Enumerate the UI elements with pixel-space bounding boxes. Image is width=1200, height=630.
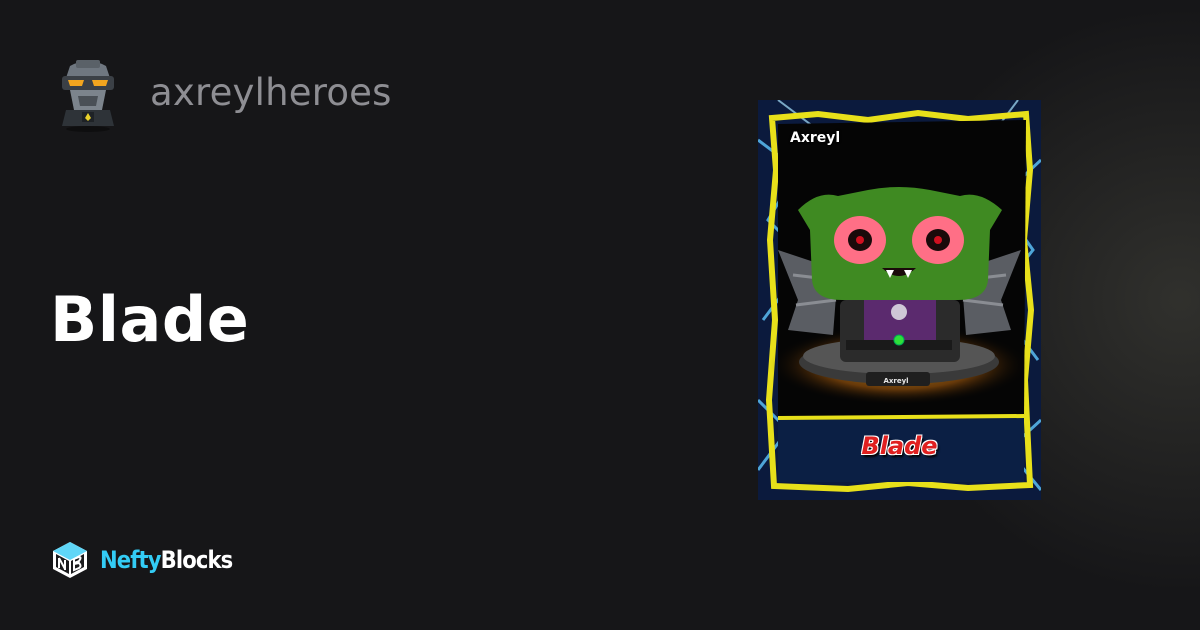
asset-title: Blade [50,283,250,356]
card-pedestal-label: Axreyl [883,377,909,385]
collection-header[interactable]: axreylheroes [48,52,392,132]
brand-name: NeftyBlocks [100,546,234,574]
neftyblocks-cube-icon [53,542,87,578]
asset-card-image[interactable]: Axreyl Axreyl Blade [758,100,1041,500]
brand-name-part2: Blocks [160,546,234,574]
card-top-label: Axreyl [790,130,841,146]
collection-name: axreylheroes [150,70,392,114]
brand-name-part1: Nefty [100,546,162,574]
neftyblocks-brand[interactable]: NeftyBlocks [50,540,250,580]
robot-avatar-icon [62,60,114,132]
card-name-label: Blade [861,432,938,460]
